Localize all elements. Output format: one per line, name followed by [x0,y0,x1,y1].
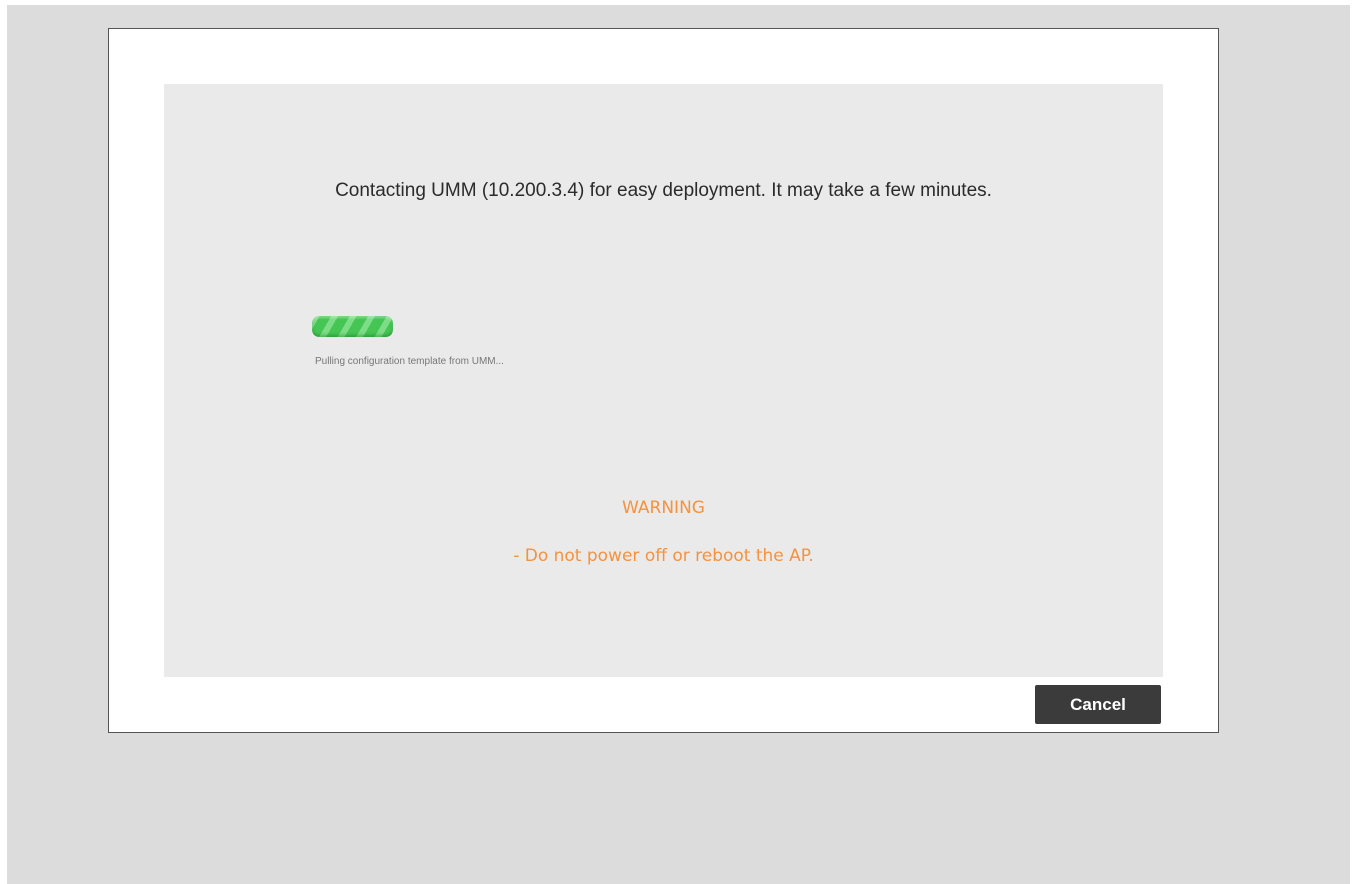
content-panel: Contacting UMM (10.200.3.4) for easy dep… [164,84,1163,677]
warning-title: WARNING [622,498,705,518]
progress-bar-fill [312,316,393,337]
cancel-button[interactable]: Cancel [1035,685,1161,724]
progress-status-text: Pulling configuration template from UMM.… [315,356,504,367]
easy-deployment-dialog: Contacting UMM (10.200.3.4) for easy dep… [108,28,1219,733]
deployment-message: Contacting UMM (10.200.3.4) for easy dep… [335,180,992,201]
progress-bar [312,316,393,337]
warning-text: - Do not power off or reboot the AP. [513,546,814,566]
